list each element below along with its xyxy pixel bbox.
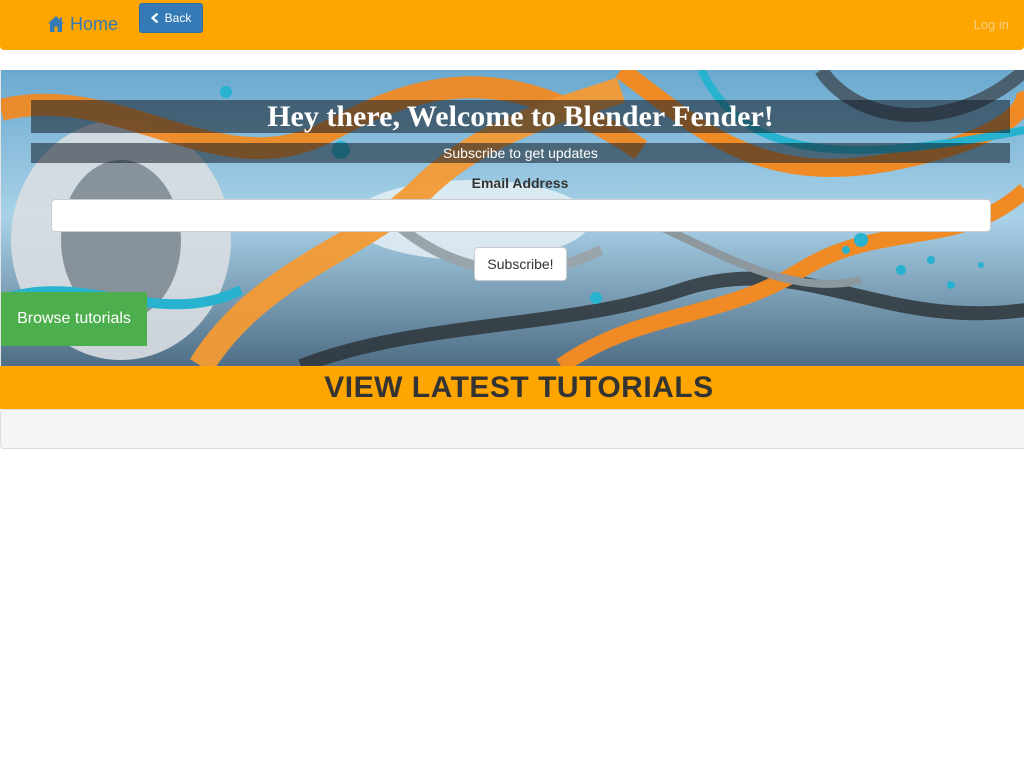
hero-banner: Hey there, Welcome to Blender Fender! Su… (0, 70, 1024, 366)
home-link[interactable]: Home (47, 9, 118, 39)
tutorials-panel (0, 409, 1024, 449)
subscribe-button[interactable]: Subscribe! (474, 247, 567, 281)
browse-tutorials-button[interactable]: Browse tutorials (1, 292, 147, 346)
login-link[interactable]: Log in (974, 17, 1009, 32)
back-button[interactable]: Back (139, 3, 203, 33)
back-label: Back (164, 11, 192, 25)
hero-title-bar: Hey there, Welcome to Blender Fender! (31, 100, 1010, 133)
latest-tutorials-heading: VIEW LATEST TUTORIALS (324, 370, 714, 404)
hero-subtitle-bar: Subscribe to get updates (31, 143, 1010, 163)
hero-subtitle: Subscribe to get updates (443, 145, 598, 161)
top-navbar: Home Back Log in (0, 0, 1024, 50)
home-icon (47, 15, 65, 33)
hero-title: Hey there, Welcome to Blender Fender! (267, 99, 774, 133)
email-label: Email Address (471, 175, 569, 191)
latest-tutorials-banner: VIEW LATEST TUTORIALS (0, 366, 1024, 409)
email-input[interactable] (51, 199, 991, 232)
chevron-left-icon (150, 13, 159, 23)
home-label: Home (70, 13, 119, 34)
